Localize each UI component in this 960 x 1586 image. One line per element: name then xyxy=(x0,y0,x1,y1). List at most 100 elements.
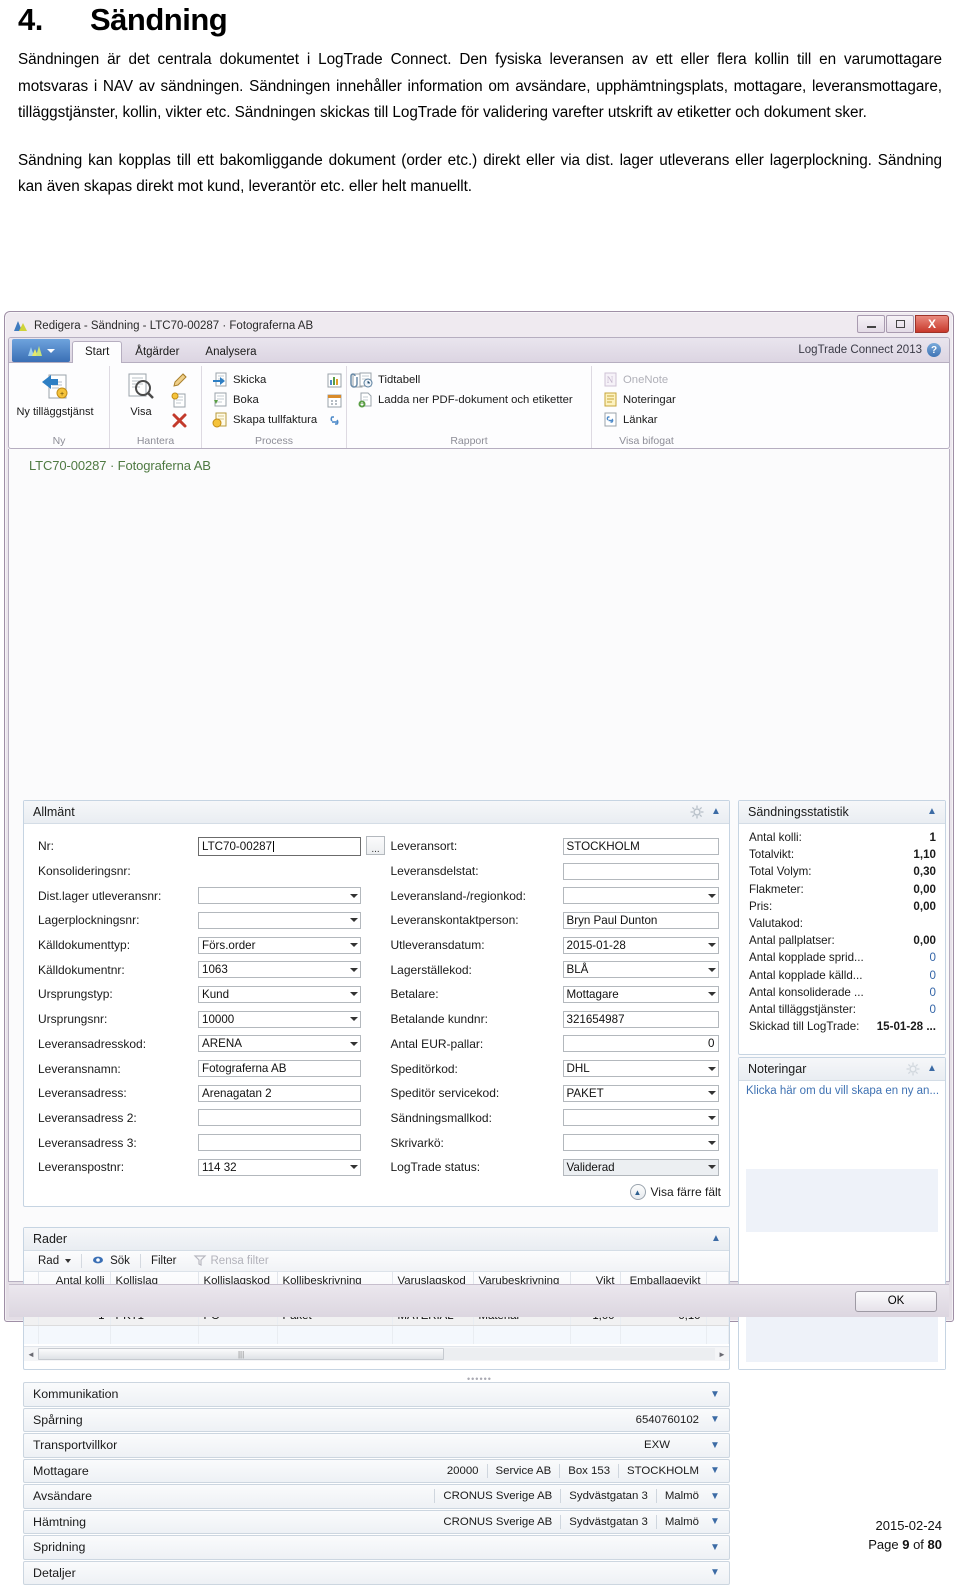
gear-icon[interactable] xyxy=(690,805,704,819)
fasttab-avsandare[interactable]: Avsändare CRONUS Sverige AB Sydvästgatan… xyxy=(23,1484,730,1509)
chevron-down-icon[interactable] xyxy=(707,992,716,997)
expand-chevron-down-icon[interactable]: ▼ xyxy=(707,1491,723,1502)
fasttab-hamtning[interactable]: Hämtning CRONUS Sverige AB Sydvästgatan … xyxy=(23,1509,730,1534)
chevron-down-icon[interactable] xyxy=(350,1165,358,1170)
input-logtrade-status[interactable]: Validerad xyxy=(562,1158,719,1176)
application-menu-button[interactable] xyxy=(12,339,70,362)
tidtabell-button[interactable]: Tidtabell xyxy=(354,370,576,389)
tab-analysera[interactable]: Analysera xyxy=(192,341,269,363)
chevron-down-icon[interactable] xyxy=(707,967,716,972)
input-dist-lager-utleveransnr[interactable] xyxy=(198,887,361,905)
chevron-down-icon[interactable] xyxy=(707,1165,716,1170)
scroll-right-arrow-icon[interactable]: ► xyxy=(715,1350,729,1359)
input-leveransland-regionkod[interactable] xyxy=(562,887,719,905)
input-leveransadress-3[interactable] xyxy=(198,1134,361,1152)
boka-button[interactable]: Boka xyxy=(209,390,320,409)
new-page-icon[interactable] xyxy=(171,392,188,409)
expand-chevron-down-icon[interactable]: ▼ xyxy=(707,1567,723,1578)
input-leveranspostnr[interactable]: 114 32 xyxy=(198,1158,361,1176)
input-leveransdelstat[interactable] xyxy=(562,862,719,880)
input-kalldokumentnr[interactable]: 1063 xyxy=(198,961,361,979)
expand-chevron-down-icon[interactable]: ▼ xyxy=(707,1414,723,1425)
scrollbar-track[interactable]: ||| xyxy=(38,1348,715,1360)
skicka-button[interactable]: Skicka xyxy=(209,370,320,389)
input-speditorkod[interactable]: DHL xyxy=(562,1060,719,1078)
ok-button[interactable]: OK xyxy=(855,1290,937,1312)
expand-chevron-down-icon[interactable]: ▼ xyxy=(707,1440,723,1451)
stat-value[interactable]: 0 xyxy=(930,951,936,964)
statistics-icon[interactable] xyxy=(326,372,343,389)
skapa-tullfaktura-button[interactable]: Skapa tullfaktura xyxy=(209,410,320,429)
input-utleveransdatum[interactable]: 2015-01-28 xyxy=(562,936,719,954)
chevron-down-icon[interactable] xyxy=(707,1066,716,1071)
rensa-filter-button[interactable]: Rensa filter xyxy=(185,1252,277,1271)
expand-chevron-down-icon[interactable]: ▼ xyxy=(707,1542,723,1553)
chevron-down-icon[interactable] xyxy=(350,992,358,997)
show-fewer-fields-button[interactable]: ▲ Visa färre fält xyxy=(629,1184,721,1200)
fasttab-detaljer[interactable]: Detaljer ▼ xyxy=(23,1560,730,1585)
calendar-icon[interactable] xyxy=(326,392,343,409)
assist-edit-button-nr[interactable]: ... xyxy=(366,835,385,855)
input-skrivarko[interactable] xyxy=(562,1134,719,1152)
input-leveransadresskod[interactable]: ARENA xyxy=(198,1035,361,1053)
maximize-button[interactable] xyxy=(886,315,914,333)
stat-value[interactable]: 0 xyxy=(930,969,936,982)
collapse-chevron-up-icon[interactable]: ▲ xyxy=(925,1064,939,1074)
fasttab-kommunikation[interactable]: Kommunikation ▼ xyxy=(23,1382,730,1407)
input-leveransnamn[interactable]: Fotograferna AB xyxy=(198,1060,361,1078)
chevron-down-icon[interactable] xyxy=(350,943,358,948)
chevron-down-icon[interactable] xyxy=(707,943,716,948)
scrollbar-thumb[interactable]: ||| xyxy=(38,1348,445,1360)
edit-pencil-icon[interactable] xyxy=(171,372,188,389)
input-sandningsmallkod[interactable] xyxy=(562,1109,719,1127)
onenote-button[interactable]: N OneNote xyxy=(599,370,679,389)
chevron-down-icon[interactable] xyxy=(707,1140,716,1145)
expand-chevron-down-icon[interactable]: ▼ xyxy=(707,1465,723,1476)
input-ursprungsnr[interactable]: 10000 xyxy=(198,1010,361,1028)
minimize-button[interactable] xyxy=(857,315,885,333)
input-antal-eur-pallar[interactable]: 0 xyxy=(562,1035,719,1053)
input-lagerplockningsnr[interactable] xyxy=(198,911,361,929)
fasttab-transportvillkor[interactable]: Transportvillkor EXW ▼ xyxy=(23,1433,730,1458)
collapse-chevron-up-icon[interactable]: ▲ xyxy=(709,807,723,817)
close-button[interactable]: X xyxy=(915,315,949,333)
chevron-down-icon[interactable] xyxy=(707,893,716,898)
help-icon[interactable]: ? xyxy=(927,343,941,357)
input-betalare[interactable]: Mottagare xyxy=(562,985,719,1003)
fasttab-spridning[interactable]: Spridning ▼ xyxy=(23,1535,730,1560)
fasttab-rader-header[interactable]: Rader ▲ xyxy=(24,1228,729,1251)
fasttab-mottagare[interactable]: Mottagare 20000 Service AB Box 153 STOCK… xyxy=(23,1458,730,1483)
chevron-down-icon[interactable] xyxy=(350,967,358,972)
rad-menu-button[interactable]: Rad xyxy=(30,1254,79,1268)
factbox-noteringar-header[interactable]: Noteringar ▲ xyxy=(739,1058,945,1081)
ladda-ner-pdf-button[interactable]: Ladda ner PDF-dokument och etiketter xyxy=(354,390,576,409)
input-lagerstallekod[interactable]: BLÅ xyxy=(562,961,719,979)
chevron-down-icon[interactable] xyxy=(707,1115,716,1120)
create-note-link[interactable]: Klicka här om du vill skapa en ny an... xyxy=(746,1085,945,1097)
factbox-statistik-header[interactable]: Sändningsstatistik ▲ xyxy=(739,801,945,824)
collapse-chevron-up-icon[interactable]: ▲ xyxy=(925,807,939,817)
stat-value[interactable]: 0 xyxy=(930,1003,936,1016)
input-leveransadress-2[interactable] xyxy=(198,1109,361,1127)
expand-chevron-down-icon[interactable]: ▼ xyxy=(707,1516,723,1527)
input-betalande-kundnr[interactable]: 321654987 xyxy=(562,1010,719,1028)
fasttab-allmant-header[interactable]: Allmänt ▲ xyxy=(24,801,729,824)
chevron-down-icon[interactable] xyxy=(350,893,358,898)
lankar-button[interactable]: Länkar xyxy=(599,410,679,429)
delete-x-icon[interactable] xyxy=(171,412,188,429)
input-leveransort[interactable]: STOCKHOLM xyxy=(562,837,719,855)
input-leveranskontaktperson[interactable]: Bryn Paul Dunton xyxy=(562,911,719,929)
gear-icon[interactable] xyxy=(906,1062,920,1076)
input-kalldokumenttyp[interactable]: Förs.order xyxy=(198,936,361,954)
stat-value[interactable]: 0 xyxy=(930,986,936,999)
noteringar-button[interactable]: Noteringar xyxy=(599,390,679,409)
rader-horizontal-scrollbar[interactable]: ◄ ||| ► xyxy=(24,1346,729,1361)
tab-atgarder[interactable]: Åtgärder xyxy=(122,341,192,363)
collapse-chevron-up-icon[interactable]: ▲ xyxy=(709,1234,723,1244)
link-icon[interactable] xyxy=(326,412,343,429)
chevron-down-icon[interactable] xyxy=(350,918,358,923)
chevron-down-icon[interactable] xyxy=(350,1041,358,1046)
fasttab-sparning[interactable]: Spårning 6540760102 ▼ xyxy=(23,1407,730,1432)
input-nr[interactable]: LTC70-00287 xyxy=(198,836,361,856)
input-speditor-servicekod[interactable]: PAKET xyxy=(562,1084,719,1102)
